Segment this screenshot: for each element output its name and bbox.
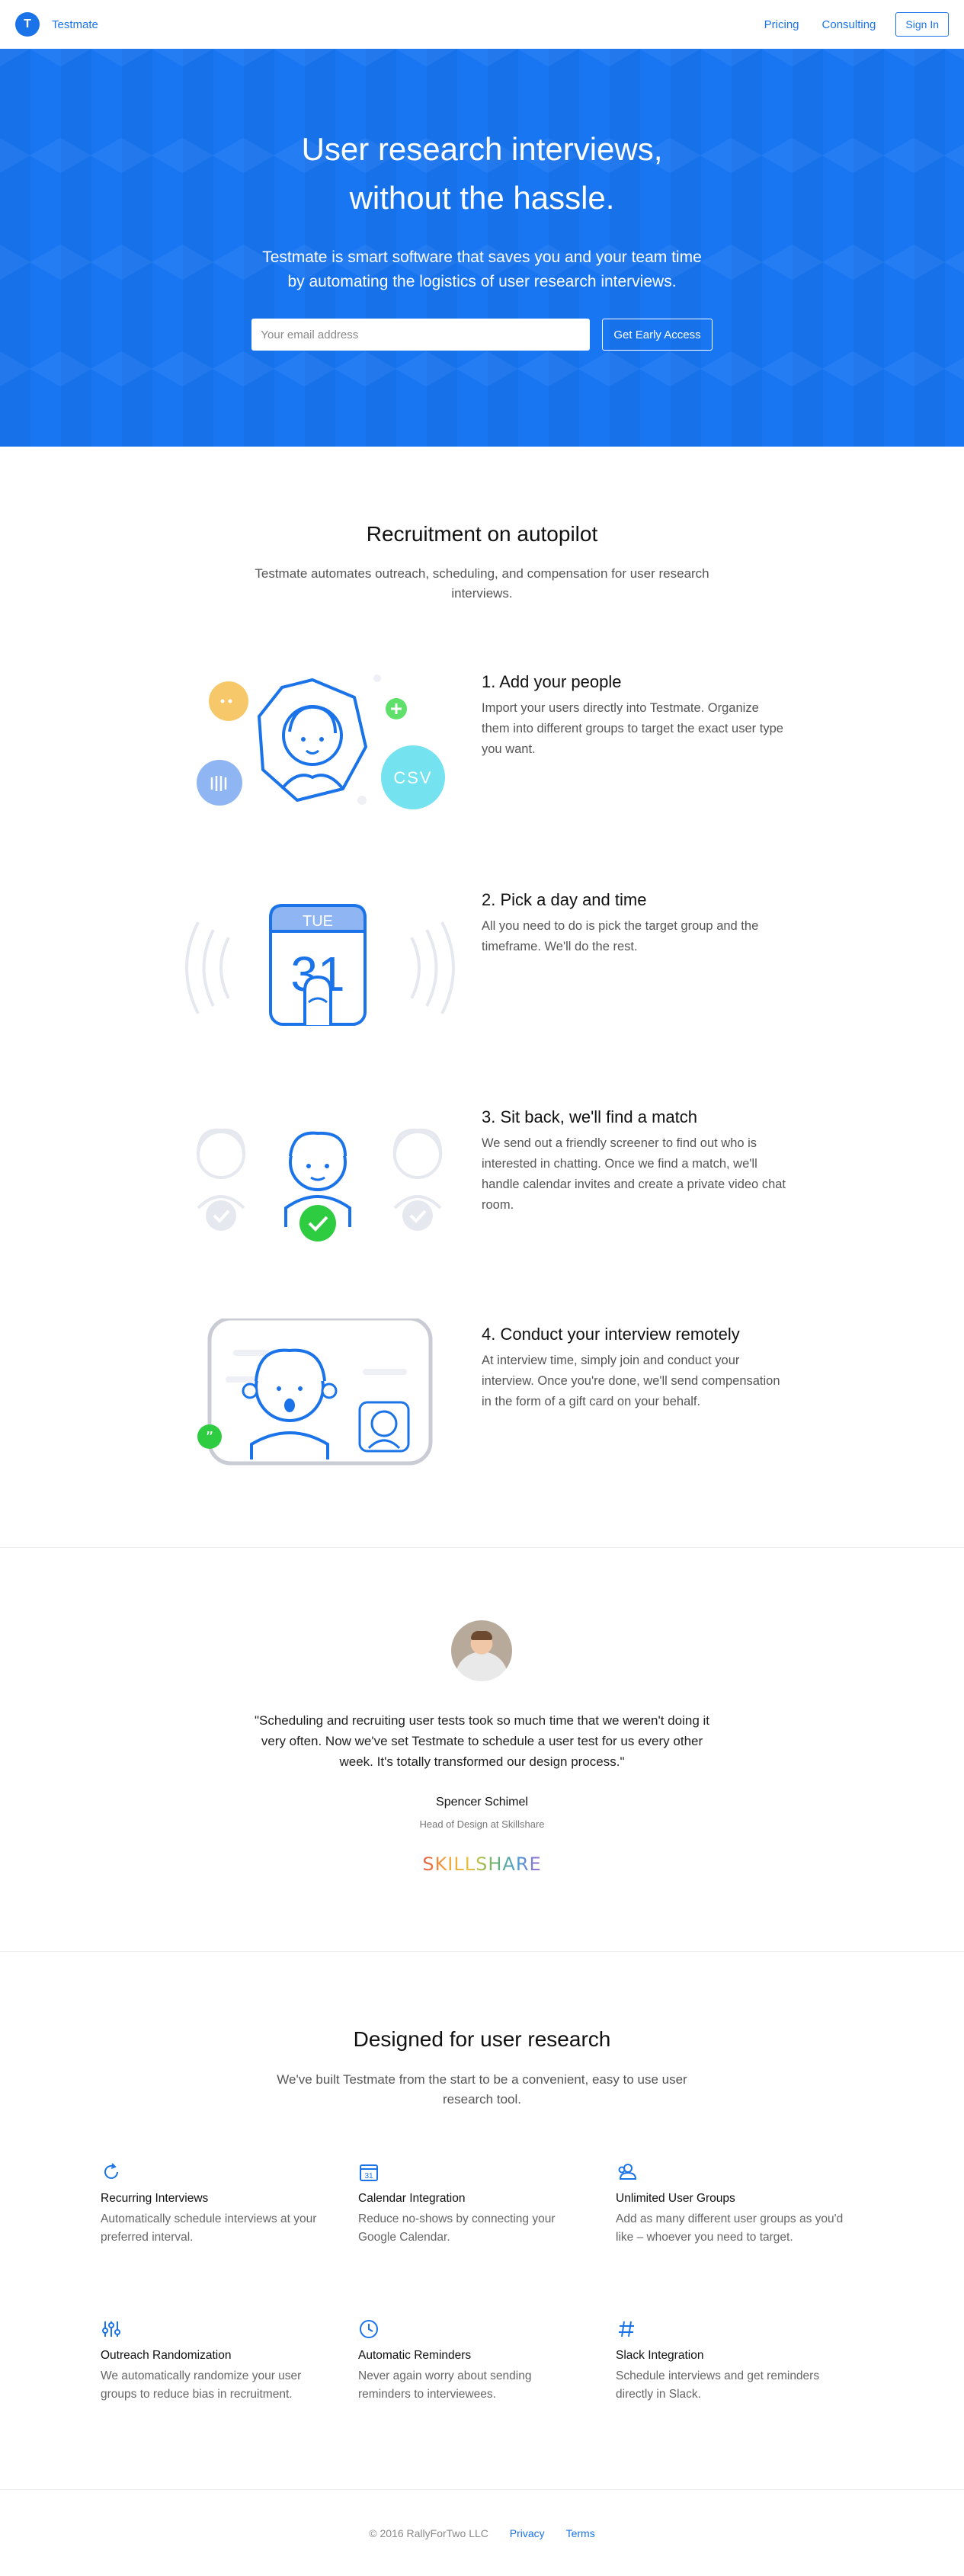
hero-title: User research interviews, without the ha… (0, 125, 964, 223)
step-4-desc: At interview time, simply join and condu… (482, 1354, 780, 1408)
testimonial-name: Spencer Schimel (436, 1796, 528, 1809)
step-1-title: 1. Add your people (482, 672, 622, 691)
nav-link-pricing[interactable]: Pricing (764, 18, 799, 31)
feature-title: Calendar Integration (358, 2192, 466, 2205)
hero-subtitle-line2: by automating the logistics of user rese… (287, 273, 677, 290)
step-1-text: 1. Add your people Import your users dir… (482, 672, 786, 760)
feature-desc: Reduce no-shows by connecting your Googl… (358, 2212, 556, 2244)
feature-desc: Automatically schedule interviews at you… (101, 2212, 317, 2244)
feature-reminders: Automatic Reminders Never again worry ab… (358, 2318, 587, 2404)
feature-randomization: Outreach Randomization We automatically … (101, 2318, 329, 2404)
hash-icon (616, 2318, 637, 2340)
step-add-people: CSV 1. Add your people Import your users… (0, 663, 964, 831)
feature-title: Recurring Interviews (101, 2192, 209, 2205)
hero-title-line1: User research interviews, (301, 131, 663, 167)
step-2-title: 2. Pick a day and time (482, 890, 647, 909)
app-name[interactable]: Testmate (52, 18, 98, 31)
calendar-icon: 31 (358, 2161, 380, 2183)
step-3-text: 3. Sit back, we'll find a match We send … (482, 1107, 786, 1216)
calendar-icon-text: 31 (364, 2172, 373, 2180)
feature-desc: Add as many different user groups as you… (616, 2212, 844, 2244)
match-illustration (183, 1101, 457, 1269)
features-subtitle-text: We've built Testmate from the start to b… (277, 2072, 687, 2107)
step-3-desc: We send out a friendly screener to find … (482, 1136, 786, 1212)
sliders-icon (101, 2318, 122, 2340)
testimonial-role: Head of Design at Skillshare (419, 1818, 545, 1830)
top-nav: T Testmate Pricing Consulting Sign In (0, 0, 964, 49)
user-groups-icon (616, 2161, 637, 2183)
feature-desc: Schedule interviews and get reminders di… (616, 2369, 820, 2401)
feature-desc: Never again worry about sending reminder… (358, 2369, 532, 2401)
step-4-text: 4. Conduct your interview remotely At in… (482, 1325, 786, 1412)
nav-links: Pricing Consulting Sign In (764, 12, 949, 37)
features-title: Designed for user research (353, 2027, 611, 2051)
feature-desc: We automatically randomize your user gro… (101, 2369, 302, 2401)
avatar (451, 1620, 512, 1681)
step-conduct-interview: ” 4. Conduct your interview remotely At … (0, 1316, 964, 1486)
hero-subtitle: Testmate is smart software that saves yo… (0, 245, 964, 294)
calendar-day-text: TUE (303, 913, 333, 930)
step-find-match: 3. Sit back, we'll find a match We send … (0, 1101, 964, 1269)
calendar-illustration: TUE 31 (183, 884, 457, 1052)
email-input[interactable] (251, 319, 591, 351)
step-2-desc: All you need to do is pick the target gr… (482, 919, 759, 953)
clock-icon (358, 2318, 380, 2340)
skillshare-logo: SKILLSHARE (0, 1854, 964, 1876)
feature-slack: Slack Integration Schedule interviews an… (616, 2318, 844, 2404)
features-subtitle: We've built Testmate from the start to b… (0, 2070, 964, 2110)
privacy-link[interactable]: Privacy (510, 2527, 545, 2539)
copyright: © 2016 RallyForTwo LLC (369, 2527, 488, 2539)
feature-title: Unlimited User Groups (616, 2192, 735, 2205)
svg-text:”: ” (206, 1428, 213, 1447)
hero-subtitle-line1: Testmate is smart software that saves yo… (262, 248, 702, 266)
hero-title-line2: without the hassle. (349, 180, 615, 216)
section-divider (0, 1547, 964, 1548)
recruitment-subtitle: Testmate automates outreach, scheduling,… (0, 564, 964, 604)
feature-user-groups: Unlimited User Groups Add as many differ… (616, 2161, 844, 2247)
video-call-illustration: ” (183, 1316, 457, 1486)
step-3-title: 3. Sit back, we'll find a match (482, 1107, 697, 1126)
nav-link-consulting[interactable]: Consulting (822, 18, 876, 31)
footer: © 2016 RallyForTwo LLC Privacy Terms (0, 2527, 964, 2539)
feature-title: Automatic Reminders (358, 2349, 472, 2362)
refresh-icon (101, 2161, 122, 2183)
feature-recurring: Recurring Interviews Automatically sched… (101, 2161, 329, 2247)
step-pick-time: TUE 31 2. Pick a day and time All you ne… (0, 884, 964, 1052)
skillshare-logo-text: SKILLSHARE (422, 1854, 542, 1875)
feature-title: Outreach Randomization (101, 2349, 232, 2362)
step-4-title: 4. Conduct your interview remotely (482, 1325, 740, 1344)
feature-calendar: 31 Calendar Integration Reduce no-shows … (358, 2161, 587, 2247)
logo-icon[interactable]: T (15, 12, 40, 37)
section-divider (0, 1951, 964, 1952)
terms-link[interactable]: Terms (566, 2527, 595, 2539)
step-2-text: 2. Pick a day and time All you need to d… (482, 890, 786, 957)
testimonial-quote-text: "Scheduling and recruiting user tests to… (254, 1713, 710, 1769)
recruitment-subtitle-text: Testmate automates outreach, scheduling,… (255, 566, 709, 601)
signup-form: Get Early Access (0, 319, 964, 351)
add-people-illustration: CSV (183, 663, 457, 831)
step-1-desc: Import your users directly into Testmate… (482, 701, 783, 756)
csv-badge-text: CSV (393, 768, 432, 787)
section-divider (0, 2489, 964, 2490)
sign-in-button[interactable]: Sign In (895, 12, 949, 37)
feature-title: Slack Integration (616, 2349, 704, 2362)
recruitment-title: Recruitment on autopilot (366, 522, 598, 546)
testimonial-quote: "Scheduling and recruiting user tests to… (0, 1710, 964, 1772)
hero: User research interviews, without the ha… (0, 49, 964, 447)
get-early-access-button[interactable]: Get Early Access (602, 319, 713, 351)
